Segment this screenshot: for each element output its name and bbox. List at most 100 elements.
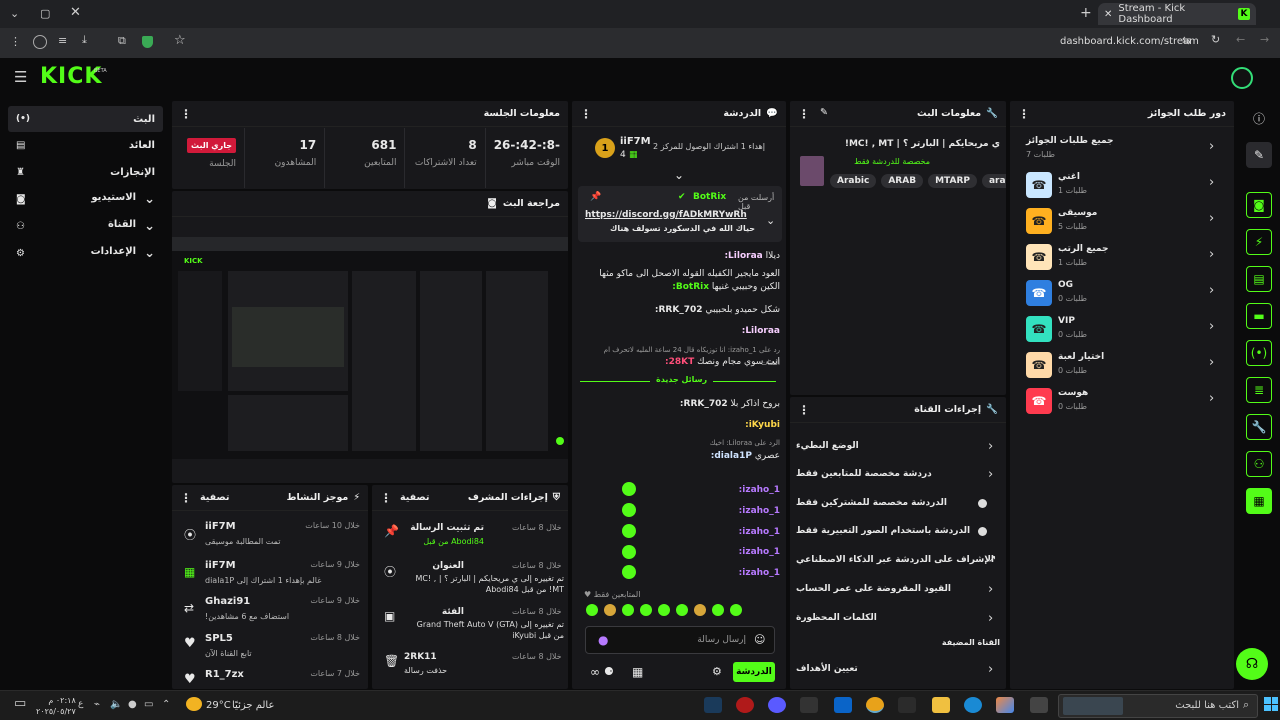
site-settings-icon[interactable]: ⇆ — [1182, 34, 1191, 47]
start-button-icon[interactable] — [1264, 697, 1278, 711]
slow-mode-row[interactable]: › الوضع البطيء — [796, 438, 1002, 454]
clock[interactable]: ٠٢:١٨ م ٢٠٢٥/٠٥/٢٧ — [36, 695, 76, 717]
url-text[interactable]: dashboard.kick.com/stream — [1060, 36, 1199, 47]
show-desktop-icon[interactable]: ▭ — [14, 696, 26, 711]
more-menu-icon[interactable]: ⋮ — [10, 35, 21, 48]
broadcast-icon[interactable]: (•) — [1246, 340, 1272, 366]
discord-taskbar-icon[interactable] — [768, 697, 786, 713]
collapse-icon[interactable]: ⌄ — [674, 168, 684, 182]
microphone-icon[interactable]: ● — [128, 699, 137, 710]
filter-button[interactable]: تصفية — [200, 492, 229, 503]
chevron-down-icon[interactable]: ⌄ — [766, 214, 775, 227]
chat-settings-icon[interactable]: ⚙ — [712, 665, 722, 678]
app-taskbar-icon[interactable] — [736, 697, 754, 713]
ai-moderation-row[interactable]: ↗ الإشراف على الدردشة عبر الذكاء الاصطنا… — [796, 553, 1002, 569]
reward-row[interactable]: ☎ VIP طلبات 0 › — [1016, 314, 1228, 342]
task-view-icon[interactable] — [1030, 697, 1048, 713]
language-indicator[interactable]: ع — [78, 699, 83, 709]
chat-bubble-icon[interactable]: ▬ — [1246, 303, 1272, 329]
sidebar-item-achievements[interactable]: ♜ الإنجازات — [8, 159, 163, 185]
reload-icon[interactable]: ↻ — [1211, 33, 1220, 46]
network-icon[interactable]: ⌁ — [94, 699, 100, 710]
wrench-icon[interactable]: 🔧 — [1246, 414, 1272, 440]
sidebar-item-monetization[interactable]: ▤ العائد — [8, 132, 163, 158]
unpin-icon[interactable]: 📌 — [590, 192, 601, 202]
volume-icon[interactable]: 🔈 — [110, 699, 122, 710]
support-icon[interactable]: ☊ — [1236, 648, 1268, 680]
close-window-icon[interactable]: ✕ — [70, 5, 81, 20]
edge-taskbar-icon[interactable] — [964, 697, 982, 713]
reward-row[interactable]: ☎ موسيقى طلبات 5 › — [1016, 206, 1228, 234]
blocked-words-row[interactable]: › الكلمات المحظورة — [796, 611, 1002, 627]
tag[interactable]: ARAB — [881, 174, 924, 188]
battery-icon[interactable]: ▭ — [144, 699, 153, 710]
forward-icon[interactable]: → — [1260, 33, 1269, 46]
users-icon[interactable]: ⚇ — [1246, 451, 1272, 477]
tag[interactable]: arabalc — [981, 174, 1006, 188]
stream-preview-video[interactable]: KICK — [172, 237, 568, 459]
file-explorer-taskbar-icon[interactable] — [932, 697, 950, 713]
infinity-icon[interactable]: ∞ — [590, 665, 600, 679]
emoji-picker-icon[interactable]: ☺ — [754, 633, 765, 646]
chrome-taskbar-icon[interactable] — [866, 697, 884, 713]
send-chat-button[interactable]: الدردشة — [733, 662, 775, 682]
weather-text[interactable]: عالم جزئيًا — [232, 700, 274, 711]
reward-row[interactable]: ☎ اختيار لعبة طلبات 0 › — [1016, 350, 1228, 378]
weather-temp[interactable]: 29°C — [206, 700, 231, 711]
back-icon[interactable]: ← — [1236, 33, 1245, 46]
close-tab-icon[interactable]: ✕ — [1104, 9, 1112, 20]
gift-icon[interactable]: ▦ — [632, 665, 643, 679]
category-name[interactable]: مخصصة للدردشة فقط — [830, 157, 930, 166]
xbox-taskbar-icon[interactable] — [800, 697, 818, 713]
preview-toggle-icon[interactable]: ◙ — [1246, 192, 1272, 218]
bolt-icon[interactable]: ⚡ — [1246, 229, 1272, 255]
chat-input[interactable]: ● إرسال رسالة ☺ — [585, 626, 775, 654]
list-icon[interactable]: ≣ — [1246, 377, 1272, 403]
sidebar-item-broadcast[interactable]: (•) البث — [8, 106, 163, 132]
microphone-icon[interactable]: ● — [598, 633, 608, 647]
kebab-menu-icon[interactable]: ⋮ — [180, 491, 192, 505]
steam-taskbar-icon[interactable] — [704, 697, 722, 713]
document-icon[interactable]: ▤ — [1246, 266, 1272, 292]
copilot-taskbar-icon[interactable] — [996, 697, 1014, 713]
tag[interactable]: Arabic — [830, 174, 877, 188]
new-tab-icon[interactable]: + — [1080, 5, 1092, 21]
info-icon[interactable]: ⓘ — [1246, 105, 1272, 131]
taskbar-search-input[interactable]: اكتب هنا للبحث ⌕ — [1058, 694, 1258, 718]
edit-layout-icon[interactable]: ✎ — [1246, 142, 1272, 168]
edit-icon[interactable]: ✎ — [820, 107, 828, 121]
bookmark-star-icon[interactable]: ☆ — [174, 33, 186, 48]
reward-row[interactable]: ☎ OG طلبات 0 › — [1016, 278, 1228, 306]
sidebar-item-studio[interactable]: ◙ الاستيديو ⌄ — [8, 186, 163, 212]
account-age-row[interactable]: › القيود المفروضة على عمر الحساب — [796, 582, 1002, 598]
hamburger-menu-icon[interactable]: ☰ — [14, 68, 27, 86]
emote-bar[interactable] — [586, 604, 776, 620]
tray-chevron-icon[interactable]: ⌃ — [162, 699, 170, 710]
kebab-menu-icon[interactable]: ⋮ — [798, 403, 810, 417]
downloads-icon[interactable]: ⤓ — [82, 33, 87, 47]
reward-row[interactable]: ☎ اغني طلبات 1 › — [1016, 170, 1228, 198]
tag[interactable]: MTARP — [928, 174, 977, 188]
pin-link[interactable]: https://discord.gg/fADkMRYwRh — [585, 210, 747, 220]
tab-kick-dashboard[interactable]: ✕ Stream - Kick Dashboard K — [1098, 3, 1256, 25]
shield-icon[interactable] — [142, 36, 153, 48]
sidebar-item-channel[interactable]: ⚇ القناة ⌄ — [8, 213, 163, 239]
sidebar-item-settings[interactable]: ⚙ الإعدادات ⌄ — [8, 240, 163, 266]
tab-menu-icon[interactable]: ⌄ — [10, 7, 19, 20]
filter-button[interactable]: تصفية — [400, 492, 429, 503]
profile-icon[interactable] — [33, 35, 47, 49]
kebab-menu-icon[interactable]: ⋮ — [180, 107, 192, 121]
followers-only-row[interactable]: › دردشة مخصصة للمتابعين فقط — [796, 467, 1002, 483]
outlook-taskbar-icon[interactable] — [834, 697, 852, 713]
terminal-taskbar-icon[interactable] — [898, 697, 916, 713]
reward-row-all[interactable]: جميع طلبات الجوائز طلبات 7 › — [1016, 134, 1228, 162]
extensions-icon[interactable]: ⧉ — [118, 34, 126, 48]
user-avatar[interactable] — [1231, 67, 1253, 89]
kebab-menu-icon[interactable]: ⋮ — [580, 107, 592, 121]
clapper-icon[interactable]: ▦ — [1246, 488, 1272, 514]
set-goals-row[interactable]: › تعيين الأهداف — [796, 662, 1002, 678]
kebab-menu-icon[interactable]: ⋮ — [380, 491, 392, 505]
reading-list-icon[interactable]: ≡ — [58, 34, 67, 47]
reward-row[interactable]: ☎ جميع الرتب طلبات 1 › — [1016, 242, 1228, 270]
kebab-menu-icon[interactable]: ⋮ — [1018, 107, 1030, 121]
